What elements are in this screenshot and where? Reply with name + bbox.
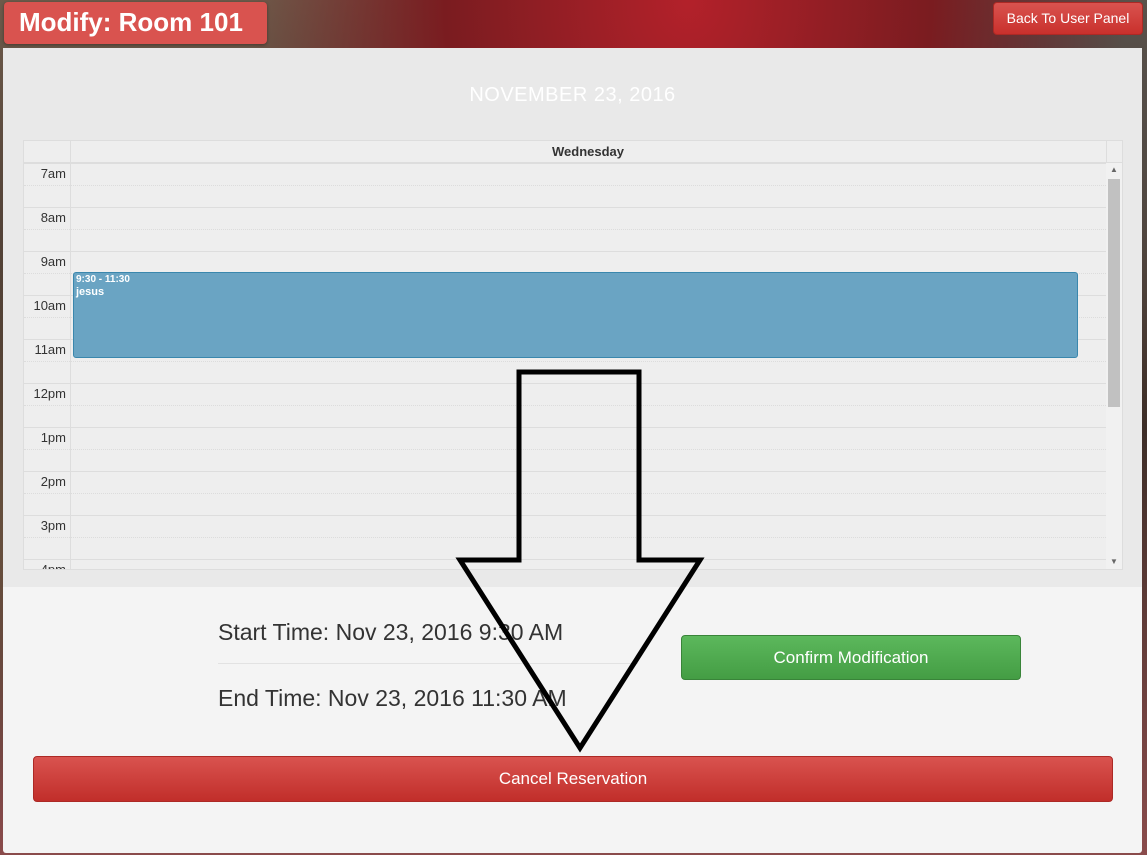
event-time: 9:30 - 11:30 [76, 274, 130, 285]
hour-label: 1pm [40, 430, 66, 445]
hour-label: 8am [40, 210, 66, 225]
page-title: Modify: Room 101 [4, 2, 267, 44]
hour-label: 12pm [33, 386, 66, 401]
back-to-user-panel-button[interactable]: Back To User Panel [993, 2, 1143, 35]
details-divider [218, 663, 638, 664]
modify-panel: NOVEMBER 23, 2016 Wednesday 9:30 - 11:30… [3, 48, 1142, 853]
hour-label: 4pm [24, 562, 66, 569]
calendar-event[interactable]: 9:30 - 11:30 jesus [73, 272, 1078, 358]
calendar-header: Wednesday [24, 141, 1122, 163]
axis-divider [70, 163, 71, 569]
calendar-date-title: NOVEMBER 23, 2016 [469, 84, 676, 106]
calendar-scrollbar[interactable]: ▲ ▼ [1106, 163, 1122, 569]
time-slot-half[interactable] [24, 449, 1106, 471]
cancel-reservation-button[interactable]: Cancel Reservation [33, 756, 1113, 802]
hour-label: 7am [40, 166, 66, 181]
time-slot[interactable] [24, 515, 1106, 537]
hour-label: 10am [33, 298, 66, 313]
day-calendar: Wednesday 9:30 - 11:30 jesus 7am 8am 9am 10… [23, 140, 1123, 570]
time-slot-half[interactable] [24, 405, 1106, 427]
time-slot[interactable] [24, 559, 1106, 569]
scrollbar-thumb[interactable] [1108, 179, 1120, 407]
time-slot-half[interactable] [24, 361, 1106, 383]
time-slot-half[interactable] [24, 185, 1106, 207]
hour-label: 3pm [40, 518, 66, 533]
time-slot[interactable] [24, 383, 1106, 405]
calendar-body[interactable]: 9:30 - 11:30 jesus 7am 8am 9am 10am 11am 12pm… [24, 163, 1106, 569]
start-time-text: Start Time: Nov 23, 2016 9:30 AM [218, 619, 564, 645]
hour-label: 2pm [40, 474, 66, 489]
time-slot[interactable] [24, 427, 1106, 449]
scroll-down-icon[interactable]: ▼ [1106, 555, 1122, 569]
time-slot-half[interactable] [24, 493, 1106, 515]
end-time-text: End Time: Nov 23, 2016 11:30 AM [218, 685, 567, 711]
time-slot-half[interactable] [24, 229, 1106, 251]
calendar-area: NOVEMBER 23, 2016 Wednesday 9:30 - 11:30… [3, 48, 1142, 587]
scroll-up-icon[interactable]: ▲ [1106, 163, 1122, 177]
time-slot[interactable] [24, 207, 1106, 229]
time-slot-half[interactable] [24, 537, 1106, 559]
event-title: jesus [76, 286, 105, 298]
time-slot[interactable] [24, 251, 1106, 273]
confirm-modification-button[interactable]: Confirm Modification [681, 635, 1021, 680]
time-slot[interactable] [24, 163, 1106, 185]
axis-header [24, 141, 71, 162]
time-slot[interactable] [24, 471, 1106, 493]
day-header: Wednesday [70, 141, 1107, 162]
hour-label: 11am [34, 342, 66, 357]
hour-label: 9am [40, 254, 66, 269]
